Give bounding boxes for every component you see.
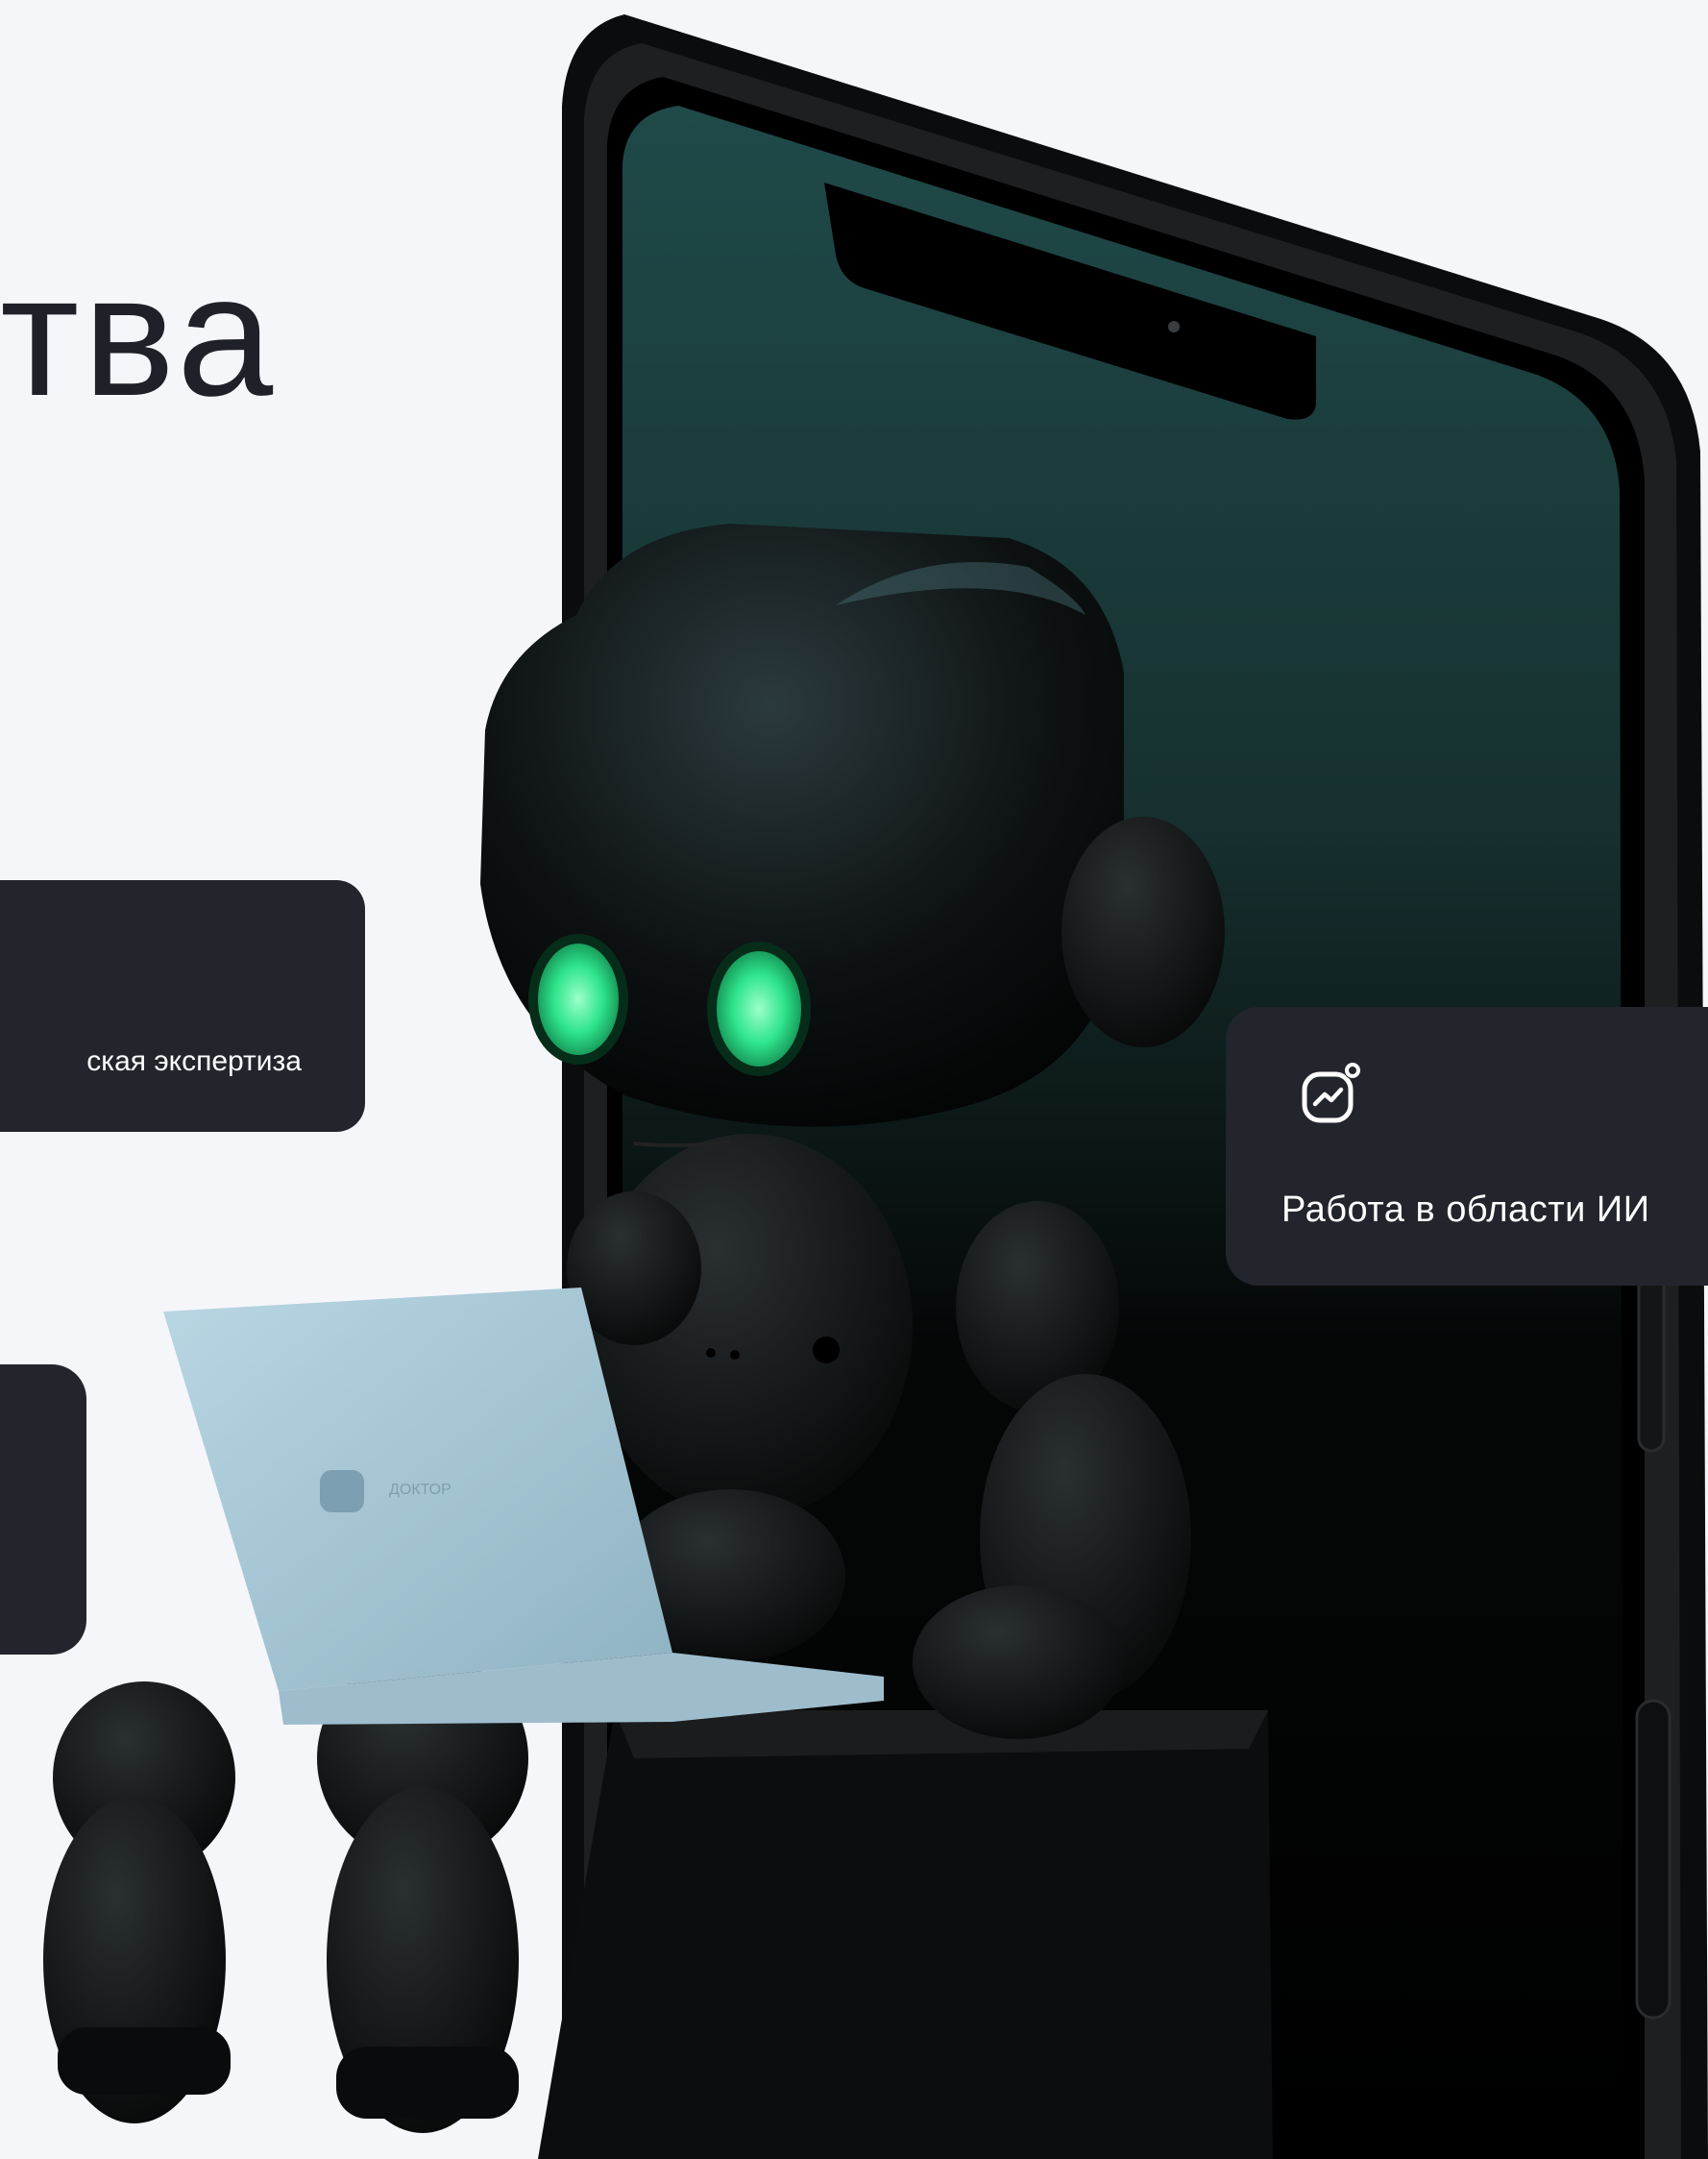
trending-chart-icon xyxy=(1302,1062,1361,1123)
laptop: ДОКТОР xyxy=(163,1288,884,1725)
page-heading: тва xyxy=(0,239,278,432)
feature-card-ai-work: Работа в области ИИ xyxy=(1226,1007,1708,1286)
robot-legs xyxy=(43,1653,528,2133)
laptop-logo-text: ДОКТОР xyxy=(389,1482,451,1498)
feature-card-label: Работа в области ИИ xyxy=(1281,1190,1650,1230)
feature-card-label: ская экспертиза xyxy=(86,1045,302,1077)
robot-head xyxy=(480,524,1225,1148)
feature-card-expertise: ская экспертиза xyxy=(0,880,365,1132)
feature-card-partial xyxy=(0,1364,86,1655)
robot-body xyxy=(567,1134,1191,1739)
